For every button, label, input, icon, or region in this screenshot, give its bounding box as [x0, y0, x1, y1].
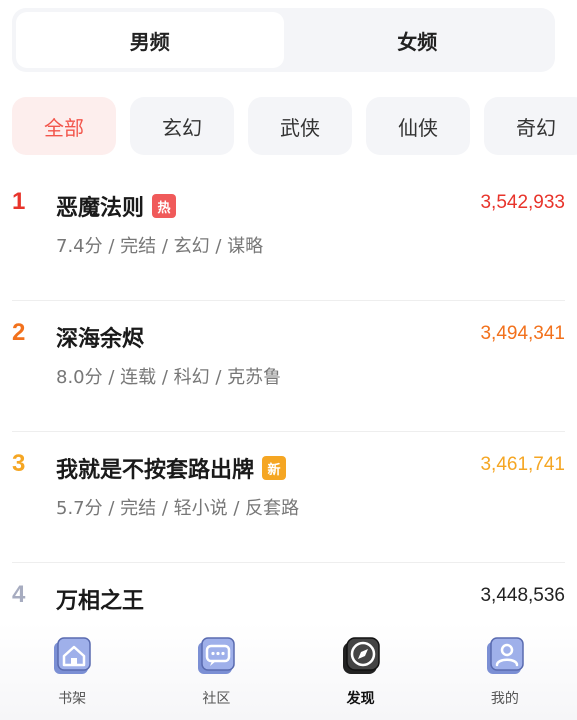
ranking-row[interactable]: 3 我就是不按套路出牌 新 5.7分 / 完结 / 轻小说 / 反套路 3,46…: [12, 432, 565, 563]
ranking-list: 1 恶魔法则 热 7.4分 / 完结 / 玄幻 / 谋略 3,542,933 2…: [0, 170, 577, 694]
book-meta: 5.7分 / 完结 / 轻小说 / 反套路: [56, 498, 300, 519]
rank-number: 3: [12, 450, 26, 477]
rank-number: 2: [12, 319, 26, 346]
category-chips: 全部 玄幻 武侠 仙侠 奇幻: [12, 97, 577, 155]
nav-label: 我的: [490, 691, 519, 707]
community-chat-icon: [194, 634, 238, 678]
tab-male[interactable]: 男频: [16, 12, 284, 68]
nav-item-bookshelf[interactable]: 书架: [0, 622, 144, 720]
book-meta: 8.0分 / 连载 / 科幻 / 克苏鲁: [56, 367, 282, 388]
book-title: 深海余烬: [56, 321, 144, 353]
bottom-nav: 书架 社区 发现 我的: [0, 622, 577, 720]
hot-badge: 热: [152, 194, 177, 218]
rank-number: 4: [12, 581, 26, 608]
nav-item-discover[interactable]: 发现: [289, 622, 433, 720]
nav-label: 社区: [202, 691, 231, 707]
category-chip-xuanhuan[interactable]: 玄幻: [130, 97, 234, 155]
nav-label: 发现: [346, 691, 375, 707]
nav-label: 书架: [58, 691, 87, 707]
category-chip-all[interactable]: 全部: [12, 97, 116, 155]
ranking-row[interactable]: 2 深海余烬 8.0分 / 连载 / 科幻 / 克苏鲁 3,494,341: [12, 301, 565, 432]
book-title-text: 我就是不按套路出牌: [56, 458, 255, 483]
nav-item-profile[interactable]: 我的: [433, 622, 577, 720]
book-title-text: 深海余烬: [56, 327, 145, 352]
rank-number: 1: [12, 188, 26, 215]
bookshelf-house-icon: [50, 634, 94, 678]
nav-item-community[interactable]: 社区: [144, 622, 288, 720]
book-title: 恶魔法则 热: [56, 190, 177, 222]
book-count: 3,494,341: [480, 323, 565, 344]
book-title-text: 万相之王: [56, 589, 145, 614]
book-count: 3,542,933: [480, 192, 565, 213]
tab-female[interactable]: 女频: [284, 12, 552, 68]
book-title: 万相之王: [56, 583, 144, 615]
discover-compass-icon: [339, 634, 383, 678]
category-chip-wuxia[interactable]: 武侠: [248, 97, 352, 155]
category-chip-qihuan[interactable]: 奇幻: [484, 97, 577, 155]
book-count: 3,461,741: [480, 454, 565, 475]
profile-person-icon: [483, 634, 527, 678]
book-title-text: 恶魔法则: [56, 196, 145, 221]
ranking-row[interactable]: 1 恶魔法则 热 7.4分 / 完结 / 玄幻 / 谋略 3,542,933: [12, 170, 565, 301]
book-title: 我就是不按套路出牌 新: [56, 452, 287, 484]
category-chip-xianxia[interactable]: 仙侠: [366, 97, 470, 155]
book-meta: 7.4分 / 完结 / 玄幻 / 谋略: [56, 236, 264, 257]
book-count: 3,448,536: [480, 585, 565, 606]
new-badge: 新: [262, 456, 287, 480]
gender-tabs: 男频 女频: [12, 8, 555, 72]
